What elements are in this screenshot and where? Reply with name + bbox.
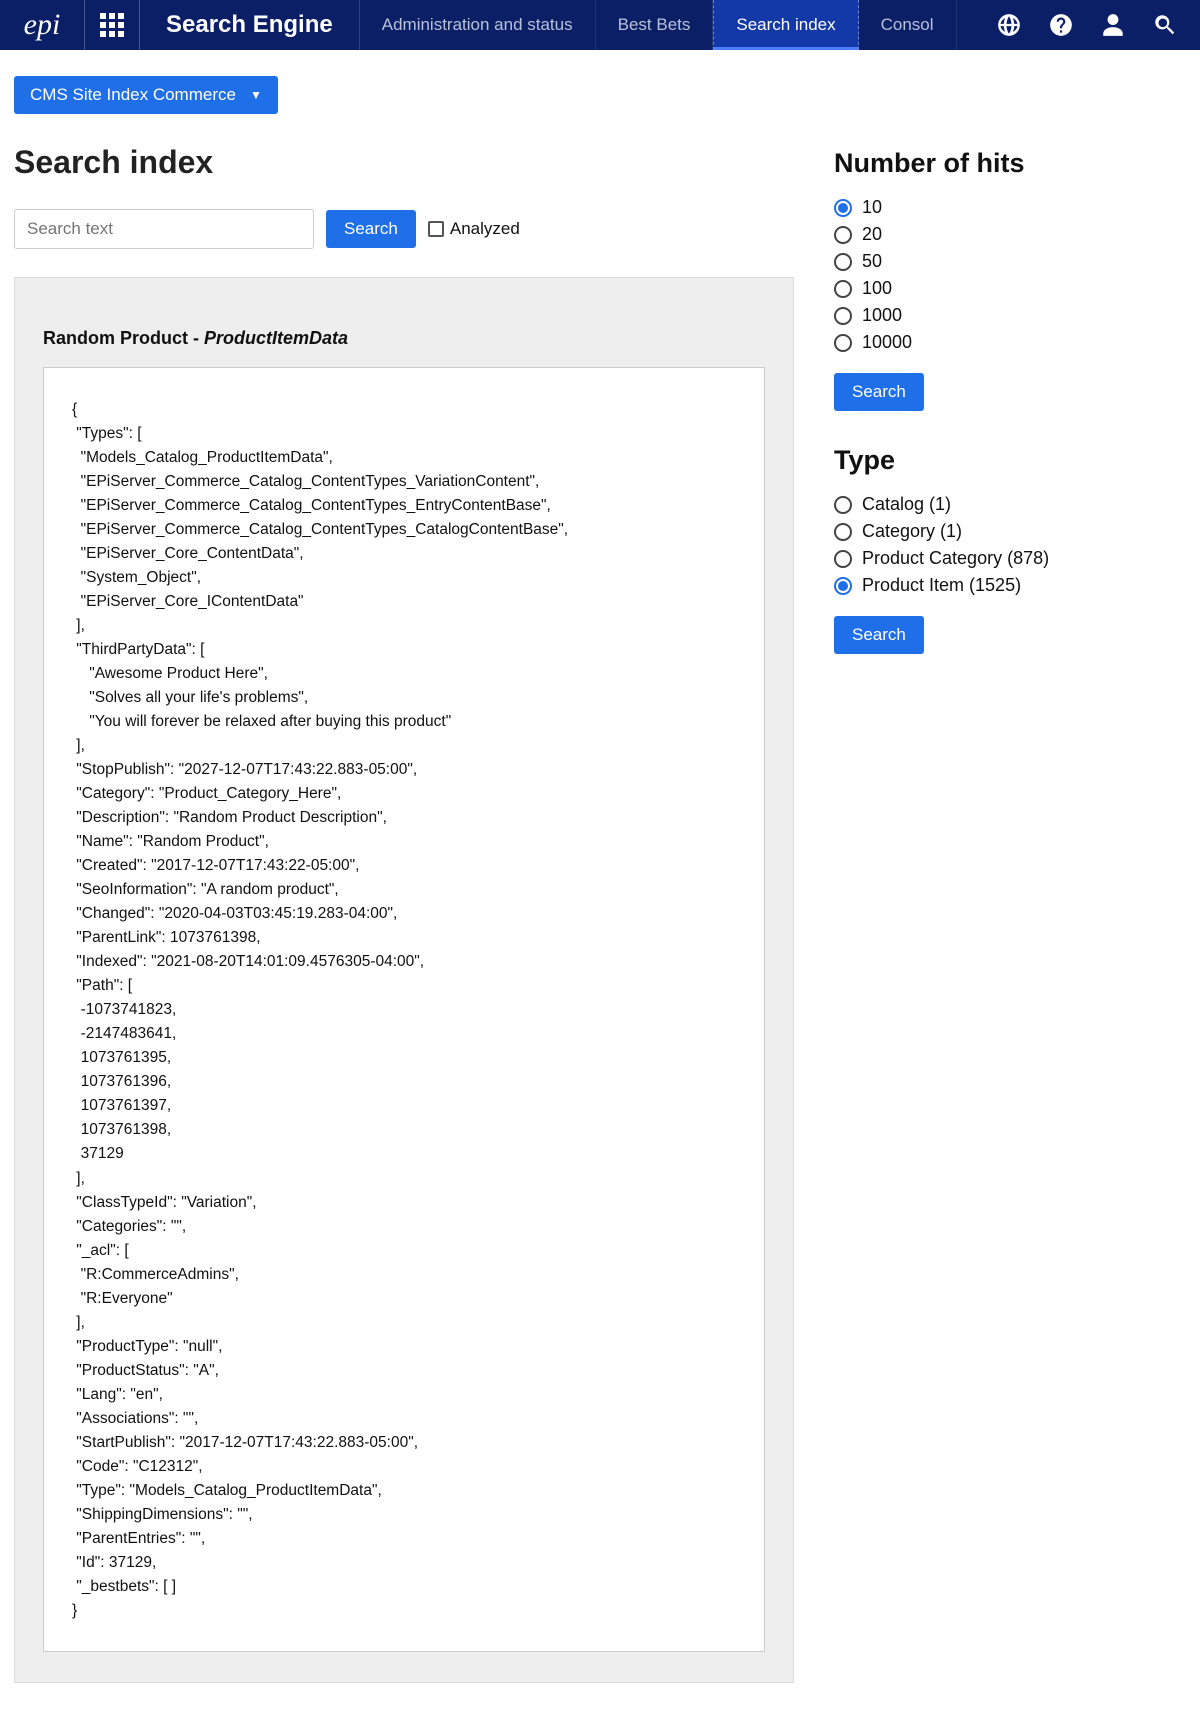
user-icon[interactable]	[1098, 10, 1128, 40]
app-title: Search Engine	[140, 0, 360, 50]
right-column: Number of hits 10 20 50 100 1000 10000 Search…	[834, 144, 1186, 654]
hits-option-label: 10000	[862, 332, 912, 353]
content-area: Search index Search Analyzed Random Prod…	[0, 114, 1200, 1723]
type-option[interactable]: Product Item (1525)	[834, 575, 1186, 596]
logo-cell[interactable]: epi	[0, 0, 85, 50]
hits-option[interactable]: 100	[834, 278, 1186, 299]
search-icon[interactable]	[1150, 10, 1180, 40]
page-title: Search index	[14, 144, 794, 181]
top-navbar: epi Search Engine Administration and sta…	[0, 0, 1200, 50]
tab-search-index[interactable]: Search index	[713, 0, 858, 50]
globe-icon[interactable]	[994, 10, 1024, 40]
radio-icon	[834, 253, 852, 271]
hits-option[interactable]: 1000	[834, 305, 1186, 326]
result-json[interactable]: { "Types": [ "Models_Catalog_ProductItem…	[43, 367, 765, 1652]
hits-option-label: 10	[862, 197, 882, 218]
hits-search-button[interactable]: Search	[834, 373, 924, 411]
left-column: Search index Search Analyzed Random Prod…	[14, 144, 794, 1683]
analyzed-checkbox[interactable]: Analyzed	[428, 219, 520, 239]
analyzed-label: Analyzed	[450, 219, 520, 239]
subbar: CMS Site Index Commerce ▼	[0, 50, 1200, 114]
type-title: Type	[834, 445, 1186, 476]
type-option-label: Product Item (1525)	[862, 575, 1021, 596]
type-option-label: Catalog (1)	[862, 494, 951, 515]
type-option[interactable]: Category (1)	[834, 521, 1186, 542]
hits-option[interactable]: 20	[834, 224, 1186, 245]
apps-grid-icon	[100, 13, 124, 37]
search-row: Search Analyzed	[14, 209, 794, 249]
radio-icon	[834, 280, 852, 298]
index-selector-label: CMS Site Index Commerce	[30, 85, 236, 105]
hits-option[interactable]: 50	[834, 251, 1186, 272]
radio-icon	[834, 199, 852, 217]
result-title-name: Random Product -	[43, 328, 204, 348]
result-title: Random Product - ProductItemData	[43, 328, 765, 349]
hits-option[interactable]: 10	[834, 197, 1186, 218]
radio-icon	[834, 226, 852, 244]
radio-icon	[834, 523, 852, 541]
index-selector-dropdown[interactable]: CMS Site Index Commerce ▼	[14, 76, 278, 114]
tab-best-bets[interactable]: Best Bets	[596, 0, 714, 50]
hits-option-label: 20	[862, 224, 882, 245]
type-section: Type Catalog (1) Category (1) Product Cate…	[834, 445, 1186, 654]
hits-option[interactable]: 10000	[834, 332, 1186, 353]
type-radio-list: Catalog (1) Category (1) Product Category …	[834, 494, 1186, 596]
checkbox-icon	[428, 221, 444, 237]
chevron-down-icon: ▼	[250, 88, 262, 102]
help-icon[interactable]	[1046, 10, 1076, 40]
hits-title: Number of hits	[834, 148, 1186, 179]
hits-option-label: 100	[862, 278, 892, 299]
type-option-label: Product Category (878)	[862, 548, 1049, 569]
radio-icon	[834, 550, 852, 568]
result-panel: Random Product - ProductItemData { "Type…	[14, 277, 794, 1683]
hits-option-label: 1000	[862, 305, 902, 326]
type-search-button[interactable]: Search	[834, 616, 924, 654]
tab-admin-status[interactable]: Administration and status	[360, 0, 596, 50]
nav-right-icons	[974, 0, 1200, 50]
tab-console[interactable]: Consol	[859, 0, 957, 50]
type-option[interactable]: Catalog (1)	[834, 494, 1186, 515]
search-input[interactable]	[14, 209, 314, 249]
radio-icon	[834, 334, 852, 352]
logo-text: epi	[24, 8, 61, 42]
radio-icon	[834, 496, 852, 514]
result-title-type: ProductItemData	[204, 328, 348, 348]
radio-icon	[834, 307, 852, 325]
apps-switcher[interactable]	[85, 0, 140, 50]
hits-option-label: 50	[862, 251, 882, 272]
search-button[interactable]: Search	[326, 210, 416, 248]
radio-icon	[834, 577, 852, 595]
type-option[interactable]: Product Category (878)	[834, 548, 1186, 569]
hits-radio-list: 10 20 50 100 1000 10000	[834, 197, 1186, 353]
nav-tabs: Administration and status Best Bets Sear…	[360, 0, 957, 50]
type-option-label: Category (1)	[862, 521, 962, 542]
